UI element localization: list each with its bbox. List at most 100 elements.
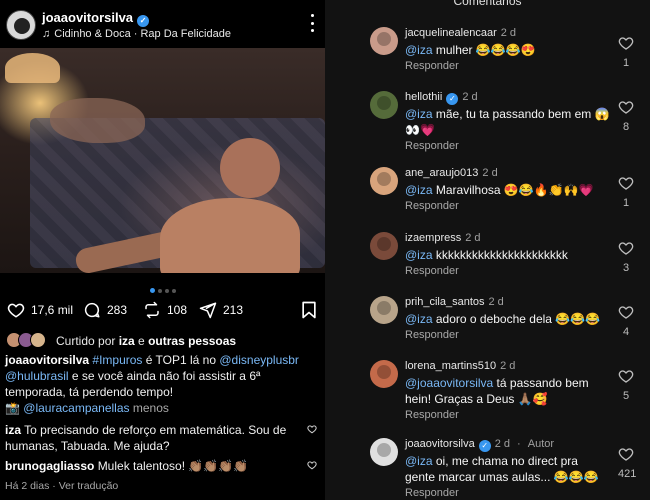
commenter-avatar[interactable] — [370, 360, 398, 388]
username-text[interactable]: lorena_martins510 — [405, 360, 496, 372]
comment-like-icon[interactable] — [618, 99, 634, 115]
comment-body: @iza adoro o deboche dela 😂😂😂 Responder — [405, 311, 610, 343]
caption-hashtag[interactable]: #Impuros — [92, 353, 142, 367]
commenter-username[interactable]: hellothii ✓ 2 d — [405, 91, 478, 105]
bookmark-icon[interactable] — [299, 300, 319, 320]
commenter-avatar[interactable] — [370, 27, 398, 55]
comment-row: izaempress 2 d @iza kkkkkkkkkkkkkkkkkkkkkk… — [325, 232, 650, 292]
reply-button[interactable]: Responder — [405, 407, 610, 423]
liked-avatar — [30, 332, 46, 348]
comment-mention[interactable]: @iza — [405, 107, 433, 121]
commenter-username[interactable]: lorena_martins510 2 d — [405, 360, 515, 372]
comment-like-icon[interactable] — [618, 35, 634, 51]
comment-username[interactable]: brunogagliasso — [5, 459, 94, 473]
share-button[interactable]: 213 — [198, 300, 243, 320]
lamp-shape — [5, 53, 60, 83]
author-username-text[interactable]: joaaovitorsilva — [42, 10, 133, 25]
music-label[interactable]: ♫ Cidinho & Doca · Rap Da Felicidade — [42, 28, 231, 40]
commenter-avatar[interactable] — [370, 232, 398, 260]
reply-button[interactable]: Responder — [405, 198, 610, 214]
like-count: 17,6 mil — [31, 303, 74, 317]
comments-panel: Comentários jacquelinealencaar 2 d @iza mu… — [325, 0, 650, 500]
caption-mention-disney[interactable]: @disneyplusbr — [219, 353, 299, 367]
meta-separator: · — [49, 480, 59, 492]
comment-like-icon[interactable] — [618, 304, 634, 320]
comment-body: @iza mulher 😂😂😂😍 Responder — [405, 42, 610, 74]
caption-text-1: é TOP1 lá no — [142, 353, 220, 367]
comment-like-icon[interactable] — [618, 368, 634, 384]
caption-less-link[interactable]: menos — [133, 401, 169, 415]
commenter-avatar[interactable] — [370, 167, 398, 195]
reply-button[interactable]: Responder — [405, 138, 610, 154]
username-text[interactable]: hellothii — [405, 91, 442, 103]
comment-like-count: 5 — [622, 390, 630, 402]
comment-like-icon[interactable] — [618, 446, 634, 462]
comment-mention[interactable]: @iza — [405, 454, 433, 468]
commenter-username[interactable]: prih_cila_santos 2 d — [405, 296, 504, 308]
comment-username[interactable]: iza — [5, 423, 21, 437]
username-text[interactable]: ane_araujo013 — [405, 167, 478, 179]
comment-mention[interactable]: @joaaovitorsilva — [405, 376, 493, 390]
liked-by-user[interactable]: iza — [119, 334, 135, 348]
send-icon — [198, 300, 218, 320]
comment-row: lorena_martins510 2 d @joaaovitorsilva tá … — [325, 360, 650, 423]
commenter-username[interactable]: ane_araujo013 2 d — [405, 167, 498, 179]
comment-text: Maravilhosa 😍😂🔥👏🙌💗 — [432, 183, 594, 197]
comment-body: @iza mãe, tu ta passando bem em 😱👀💗 Respo… — [405, 106, 610, 154]
comment-like-icon[interactable] — [618, 175, 634, 191]
liked-by[interactable]: Curtido por iza e outras pessoas — [6, 332, 236, 350]
commenter-avatar[interactable] — [370, 438, 398, 466]
comment-body: @iza oi, me chama no direct pra gente ma… — [405, 453, 610, 500]
comment-like-count: 8 — [622, 121, 630, 133]
commenter-avatar[interactable] — [370, 91, 398, 119]
username-text[interactable]: prih_cila_santos — [405, 296, 485, 308]
reply-button[interactable]: Responder — [405, 485, 610, 500]
more-options-icon[interactable] — [309, 14, 315, 32]
comment-mention[interactable]: @iza — [405, 248, 433, 262]
reply-button[interactable]: Responder — [405, 263, 610, 279]
comment-mention[interactable]: @iza — [405, 183, 433, 197]
liked-by-prefix: Curtido por — [56, 334, 119, 348]
comment-row: jacquelinealencaar 2 d @iza mulher 😂😂😂😍 Res… — [325, 27, 650, 87]
commenter-username[interactable]: izaempress 2 d — [405, 232, 481, 244]
share-count: 213 — [223, 303, 244, 317]
music-text[interactable]: Cidinho & Doca · Rap Da Felicidade — [54, 28, 231, 40]
repost-button[interactable]: 108 — [142, 300, 187, 320]
author-avatar[interactable] — [6, 10, 36, 40]
comment-time: 2 d — [462, 91, 478, 103]
liked-by-avatars — [6, 332, 50, 350]
liked-by-text[interactable]: Curtido por iza e outras pessoas — [56, 334, 236, 348]
comment-like-icon[interactable] — [618, 240, 634, 256]
liked-by-others[interactable]: outras pessoas — [148, 334, 236, 348]
heart-icon — [6, 300, 26, 320]
commenter-username[interactable]: joaaovitorsilva ✓ 2 d · Autor — [405, 438, 554, 452]
comment-like-icon[interactable] — [307, 424, 317, 434]
see-translation-link[interactable]: Ver tradução — [59, 480, 119, 492]
commenter-avatar[interactable] — [370, 296, 398, 324]
commenter-username[interactable]: jacquelinealencaar 2 d — [405, 27, 516, 39]
comment-button[interactable]: 283 — [82, 300, 127, 320]
like-button[interactable]: 17,6 mil — [6, 300, 73, 320]
comment-row: ane_araujo013 2 d @iza Maravilhosa 😍😂🔥👏🙌💗 R… — [325, 167, 650, 227]
username-text[interactable]: joaaovitorsilva — [405, 438, 475, 450]
man-head-shape — [220, 138, 280, 198]
comment-like-icon[interactable] — [307, 460, 317, 470]
comment-bruno: brunogagliasso Mulek talentoso! 👏🏽👏🏽👏🏽👏🏽 — [5, 458, 305, 474]
post-image[interactable]: 🔇 — [0, 48, 325, 273]
comment-time: 2 d — [488, 296, 504, 308]
caption-mention-hulu[interactable]: @hulubrasil — [5, 369, 69, 383]
caption-username[interactable]: joaaovitorsilva — [5, 353, 89, 367]
username-text[interactable]: jacquelinealencaar — [405, 27, 497, 39]
repost-icon — [142, 300, 162, 320]
reply-button[interactable]: Responder — [405, 58, 610, 74]
post-header: joaaovitorsilva ✓ ♫ Cidinho & Doca · Rap D… — [0, 0, 325, 48]
caption-mention-photographer[interactable]: @lauracampanellas — [23, 401, 129, 415]
author-username[interactable]: joaaovitorsilva ✓ — [42, 10, 150, 27]
comment-mention[interactable]: @iza — [405, 312, 433, 326]
comment-mention[interactable]: @iza — [405, 43, 433, 57]
username-text[interactable]: izaempress — [405, 232, 461, 244]
comment-time: 2 d — [494, 438, 510, 450]
post-meta: Há 2 dias · Ver tradução — [5, 480, 118, 492]
verified-icon: ✓ — [137, 15, 150, 27]
reply-button[interactable]: Responder — [405, 327, 610, 343]
